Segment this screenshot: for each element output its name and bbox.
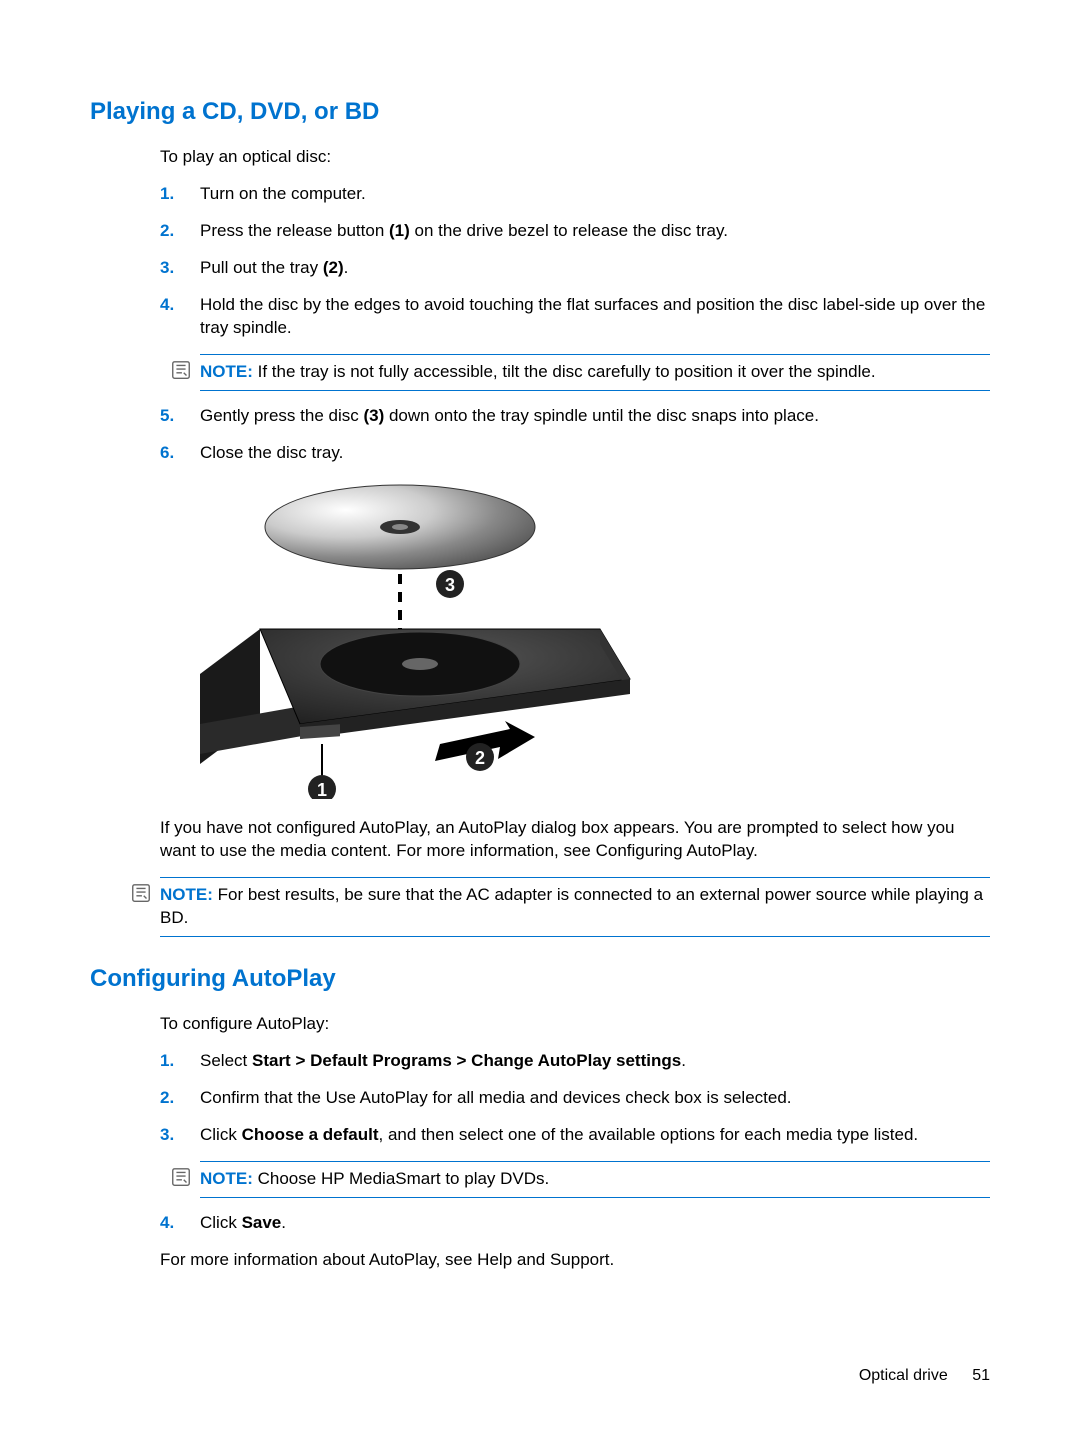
note-box-2: NOTE: For best results, be sure that the… <box>160 877 990 937</box>
step-4: 4. Click Save. <box>160 1212 990 1235</box>
callout-ref: (3) <box>363 406 384 425</box>
svg-text:2: 2 <box>475 748 485 768</box>
step-2: 2. Confirm that the Use AutoPlay for all… <box>160 1087 990 1110</box>
step-text: . <box>681 1051 686 1070</box>
step-text: Gently press the disc <box>200 406 363 425</box>
step-text: Pull out the tray <box>200 258 323 277</box>
note-label: NOTE: <box>200 362 253 381</box>
step-6: 6. Close the disc tray. <box>160 442 990 465</box>
steps-list-1: 1. Turn on the computer. 2. Press the re… <box>160 183 990 340</box>
closing-text: For more information about AutoPlay, see… <box>160 1249 990 1272</box>
ui-path: Start > Default Programs > Change AutoPl… <box>252 1051 681 1070</box>
step-text: Confirm that the Use AutoPlay for all me… <box>200 1088 792 1107</box>
step-5: 5. Gently press the disc (3) down onto t… <box>160 405 990 428</box>
step-num: 2. <box>160 220 174 243</box>
note-text: Choose HP MediaSmart to play DVDs. <box>258 1169 550 1188</box>
page-number: 51 <box>972 1367 990 1384</box>
intro-text-2: To configure AutoPlay: <box>160 1013 990 1036</box>
note-icon <box>170 1166 192 1188</box>
step-num: 6. <box>160 442 174 465</box>
callout-ref: (2) <box>323 258 344 277</box>
disc-tray-illustration: 3 2 1 <box>200 479 640 799</box>
step-text: Hold the disc by the edges to avoid touc… <box>200 295 985 337</box>
ui-element: Choose a default <box>242 1125 379 1144</box>
step-text: Turn on the computer. <box>200 184 366 203</box>
footer-section-label: Optical drive <box>859 1367 948 1384</box>
step-num: 4. <box>160 1212 174 1235</box>
note-icon <box>130 882 152 904</box>
note-text: For best results, be sure that the AC ad… <box>160 885 983 927</box>
step-num: 2. <box>160 1087 174 1110</box>
step-4: 4. Hold the disc by the edges to avoid t… <box>160 294 990 340</box>
note-icon <box>170 359 192 381</box>
intro-text-1: To play an optical disc: <box>160 146 990 169</box>
step-num: 3. <box>160 1124 174 1147</box>
note-box-3: NOTE: Choose HP MediaSmart to play DVDs. <box>200 1161 990 1198</box>
document-page: Playing a CD, DVD, or BD To play an opti… <box>0 0 1080 1437</box>
step-num: 4. <box>160 294 174 317</box>
steps-list-2: 1. Select Start > Default Programs > Cha… <box>160 1050 990 1147</box>
step-text: Close the disc tray. <box>200 443 343 462</box>
step-text: . <box>344 258 349 277</box>
step-text: Click <box>200 1125 242 1144</box>
step-num: 3. <box>160 257 174 280</box>
heading-playing-disc: Playing a CD, DVD, or BD <box>90 96 990 128</box>
steps-list-1b: 5. Gently press the disc (3) down onto t… <box>160 405 990 465</box>
heading-configuring-autoplay: Configuring AutoPlay <box>90 963 990 995</box>
step-1: 1. Select Start > Default Programs > Cha… <box>160 1050 990 1073</box>
step-3: 3. Pull out the tray (2). <box>160 257 990 280</box>
note-box-1: NOTE: If the tray is not fully accessibl… <box>200 354 990 391</box>
steps-list-2b: 4. Click Save. <box>160 1212 990 1235</box>
note-text: If the tray is not fully accessible, til… <box>258 362 876 381</box>
note-label: NOTE: <box>200 1169 253 1188</box>
step-text: on the drive bezel to release the disc t… <box>410 221 728 240</box>
step-text: down onto the tray spindle until the dis… <box>384 406 819 425</box>
page-footer: Optical drive 51 <box>859 1365 990 1387</box>
ui-element: Save <box>242 1213 282 1232</box>
svg-text:3: 3 <box>445 575 455 595</box>
step-text: Press the release button <box>200 221 389 240</box>
step-text: Select <box>200 1051 252 1070</box>
step-text: , and then select one of the available o… <box>379 1125 919 1144</box>
step-3: 3. Click Choose a default, and then sele… <box>160 1124 990 1147</box>
callout-ref: (1) <box>389 221 410 240</box>
step-num: 1. <box>160 183 174 206</box>
step-1: 1. Turn on the computer. <box>160 183 990 206</box>
note-label: NOTE: <box>160 885 213 904</box>
step-text: . <box>281 1213 286 1232</box>
step-num: 5. <box>160 405 174 428</box>
autoplay-info-text: If you have not configured AutoPlay, an … <box>160 817 990 863</box>
step-num: 1. <box>160 1050 174 1073</box>
step-text: Click <box>200 1213 242 1232</box>
svg-text:1: 1 <box>317 780 327 799</box>
step-2: 2. Press the release button (1) on the d… <box>160 220 990 243</box>
